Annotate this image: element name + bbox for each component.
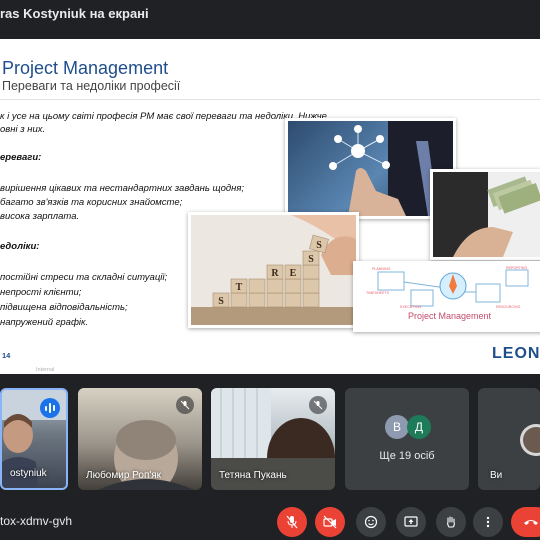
disadvantage-item: напружений графік. <box>0 317 89 328</box>
leave-call-button[interactable] <box>511 507 540 537</box>
self-view-tile[interactable]: Ви <box>478 388 540 490</box>
participant-name: ostyniuk <box>10 468 47 479</box>
hang-up-icon <box>524 520 538 525</box>
present-icon <box>404 516 418 527</box>
pm-label: RESOURCING <box>496 305 521 309</box>
camera-off-icon <box>323 515 337 529</box>
advantage-item: висока зарплата. <box>0 211 80 222</box>
participant-avatars: В Д <box>385 415 431 439</box>
advantage-item: багато зв'язків та корисних знайомстe; <box>0 197 183 208</box>
participant-tile[interactable]: Тетяна Пукань <box>211 388 335 490</box>
more-participants-tile[interactable]: В Д Ще 19 осіб <box>345 388 469 490</box>
avatar: Д <box>407 415 431 439</box>
present-screen-button[interactable] <box>396 507 426 537</box>
pm-caption: Project Management <box>408 311 492 321</box>
disadvantage-item: постійні стреси та складні ситуації; <box>0 272 168 283</box>
meeting-code: tox-xdmv-gvh <box>0 514 73 528</box>
participant-name: Тетяна Пукань <box>219 470 287 481</box>
classification-label: Internal <box>36 367 55 373</box>
stress-letter: S <box>308 254 314 265</box>
presentation-banner: ras Kostyniuk на екрані <box>0 0 540 28</box>
pm-label: REPORTING <box>506 266 528 270</box>
stress-letter: S <box>218 296 224 307</box>
camera-toggle-button[interactable] <box>315 507 345 537</box>
stress-blocks-photo: S T R E S S <box>188 212 359 328</box>
participant-tile[interactable]: Любомир Роп'як <box>78 388 202 490</box>
intro-line: овні з них. <box>0 124 46 135</box>
avatar: В <box>385 415 409 439</box>
stress-letter: S <box>316 240 322 251</box>
intro-line: к і усе на цьому світі професія PM має с… <box>0 111 327 122</box>
raise-hand-button[interactable] <box>436 507 466 537</box>
participant-tile-presenter[interactable]: ostyniuk <box>0 388 68 490</box>
mic-off-icon <box>286 515 298 529</box>
stress-letter: R <box>271 268 279 279</box>
page-number: 14 <box>2 351 11 360</box>
reactions-button[interactable] <box>356 507 386 537</box>
advantages-heading: ереваги: <box>0 152 42 163</box>
pm-label: TIMESHEETS <box>366 291 390 295</box>
stress-letter: E <box>290 268 297 279</box>
hand-icon <box>447 516 455 528</box>
speaking-indicator-icon <box>40 398 60 418</box>
money-hand-photo <box>430 169 540 260</box>
more-vert-icon <box>486 516 490 528</box>
disadvantage-item: підвищена відповідальність; <box>0 302 128 313</box>
participant-name: Любомир Роп'як <box>86 470 162 481</box>
disadvantage-item: непрості клієнти; <box>0 287 82 298</box>
stress-letter: T <box>236 282 243 293</box>
advantage-item: вирішення цікавих та нестандартних завда… <box>0 183 245 194</box>
pm-label: EXECUTION <box>400 305 421 309</box>
presenter-label: ras Kostyniuk на екрані <box>0 6 149 21</box>
shared-slide: Project Management Переваги та недоліки … <box>0 39 540 374</box>
emoji-icon <box>364 515 378 529</box>
slide-title: Project Management <box>2 58 169 78</box>
disadvantages-heading: едоліки: <box>0 241 40 252</box>
slide-footer: 14 LEON <box>0 335 540 374</box>
slide-divider <box>0 99 540 100</box>
mic-off-icon <box>176 396 194 414</box>
slide-subtitle: Переваги та недоліки професії <box>2 79 181 93</box>
self-label: Ви <box>490 470 503 481</box>
more-participants-label: Ще 19 осіб <box>379 450 435 462</box>
microphone-toggle-button[interactable] <box>277 507 307 537</box>
company-logo: LEON <box>492 345 540 362</box>
mic-off-icon <box>309 396 327 414</box>
pm-label: PLANNING <box>372 267 391 271</box>
more-options-button[interactable] <box>473 507 503 537</box>
project-management-infographic: PLANNING TIMESHEETS EXECUTION REPORTING … <box>353 261 540 332</box>
